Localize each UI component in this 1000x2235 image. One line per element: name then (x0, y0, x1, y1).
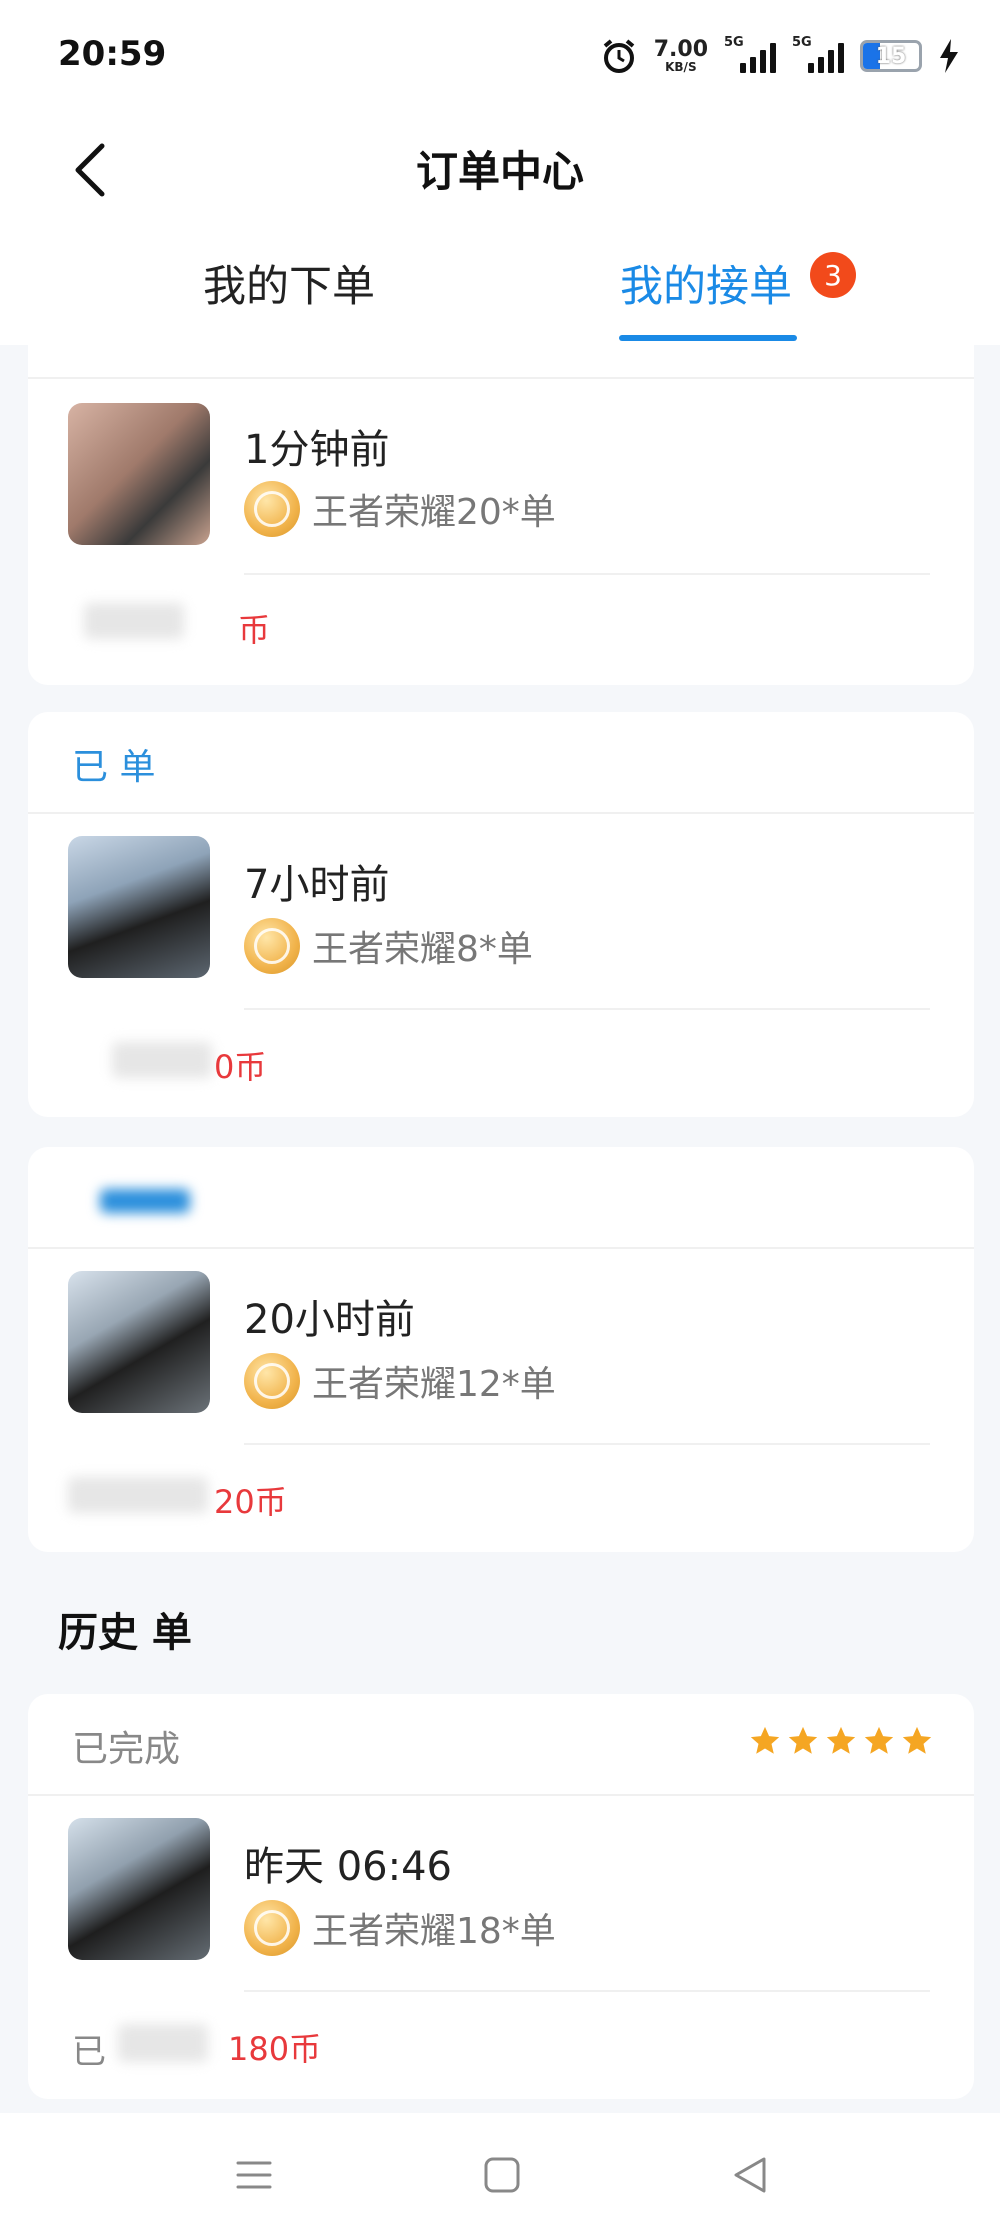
status-time: 20:59 (58, 34, 167, 74)
order-time: 20小时前 (244, 1297, 415, 1343)
order-time: 1分钟前 (244, 427, 390, 473)
star-icon (750, 1726, 780, 1754)
notification-badge: 3 (810, 252, 856, 298)
battery-icon: 15 (860, 40, 922, 72)
system-nav-bar (0, 2113, 1000, 2235)
redacted-label (112, 1042, 212, 1078)
game-label: 王者荣耀12*单 (312, 1364, 556, 1405)
star-icon (864, 1726, 894, 1754)
status-icons: 7.00 KB/S 5G 5G 15 (600, 30, 960, 82)
tab-my-accepted[interactable]: 我的接单 (620, 252, 792, 314)
avatar (68, 1271, 210, 1413)
game-row: 王者荣耀18*单 (244, 1900, 556, 1956)
game-row: 王者荣耀8*单 (244, 918, 533, 974)
order-price: 180币 (228, 2030, 322, 2068)
game-coin-icon (244, 1353, 300, 1409)
order-status: 已 单 (72, 747, 156, 788)
game-label: 王者荣耀18*单 (312, 1911, 556, 1952)
star-icon (788, 1726, 818, 1754)
game-label: 王者荣耀20*单 (312, 492, 556, 533)
tab-bar: 我的下单 我的接单 3 (0, 230, 1000, 345)
net-speed-unit: KB/S (665, 60, 697, 74)
order-card[interactable]: 20小时前 王者荣耀12*单 20币 (28, 1147, 974, 1552)
status-bar: 20:59 7.00 KB/S 5G 5G 15 (0, 0, 1000, 110)
order-time: 7小时前 (244, 862, 390, 908)
back-nav-icon[interactable] (728, 2153, 772, 2197)
game-coin-icon (244, 1900, 300, 1956)
game-row: 王者荣耀20*单 (244, 481, 556, 537)
history-order-card[interactable]: 已完成 昨天 06:46 王者荣耀18*单 已 180币 (28, 1694, 974, 2099)
avatar (68, 403, 210, 545)
alarm-icon (603, 39, 634, 73)
sim1-label: 5G (724, 35, 744, 50)
order-footer-prefix: 已 (72, 2032, 106, 2072)
order-price: 20币 (214, 1483, 287, 1521)
game-coin-icon (244, 481, 300, 537)
redacted-label (68, 1477, 208, 1513)
net-speed: 7.00 KB/S (653, 37, 708, 74)
battery-level: 15 (875, 43, 907, 69)
star-icon (902, 1726, 932, 1754)
tab-my-orders[interactable]: 我的下单 (203, 252, 375, 314)
avatar (68, 1818, 210, 1960)
signal-icon-sim2: 5G (792, 35, 844, 73)
redacted-label (118, 2024, 208, 2062)
net-speed-value: 7.00 (653, 37, 708, 62)
signal-icon-sim1: 5G (724, 35, 776, 73)
avatar (68, 836, 210, 978)
sim2-label: 5G (792, 35, 812, 50)
active-tab-indicator (619, 335, 797, 341)
game-label: 王者荣耀8*单 (312, 929, 533, 970)
order-status-redacted (100, 1189, 190, 1213)
history-section-title: 历史 单 (58, 1610, 192, 1656)
order-price: 币 (238, 611, 271, 649)
order-status: 已完成 (72, 1729, 181, 1770)
app-header: 订单中心 (0, 110, 1000, 230)
game-coin-icon (244, 918, 300, 974)
redacted-label (84, 603, 184, 639)
page-title: 订单中心 (415, 147, 584, 196)
order-card[interactable]: 已 单 7小时前 王者荣耀8*单 0币 (28, 712, 974, 1117)
game-row: 王者荣耀12*单 (244, 1353, 556, 1409)
star-icon (826, 1726, 856, 1754)
home-icon[interactable] (480, 2153, 524, 2197)
rating-stars (748, 1724, 934, 1758)
charging-icon (940, 39, 958, 73)
order-price: 0币 (214, 1048, 267, 1086)
menu-icon[interactable] (232, 2153, 276, 2197)
order-card[interactable]: 1分钟前 王者荣耀20*单 币 (28, 345, 974, 685)
order-time: 昨天 06:46 (244, 1844, 452, 1890)
